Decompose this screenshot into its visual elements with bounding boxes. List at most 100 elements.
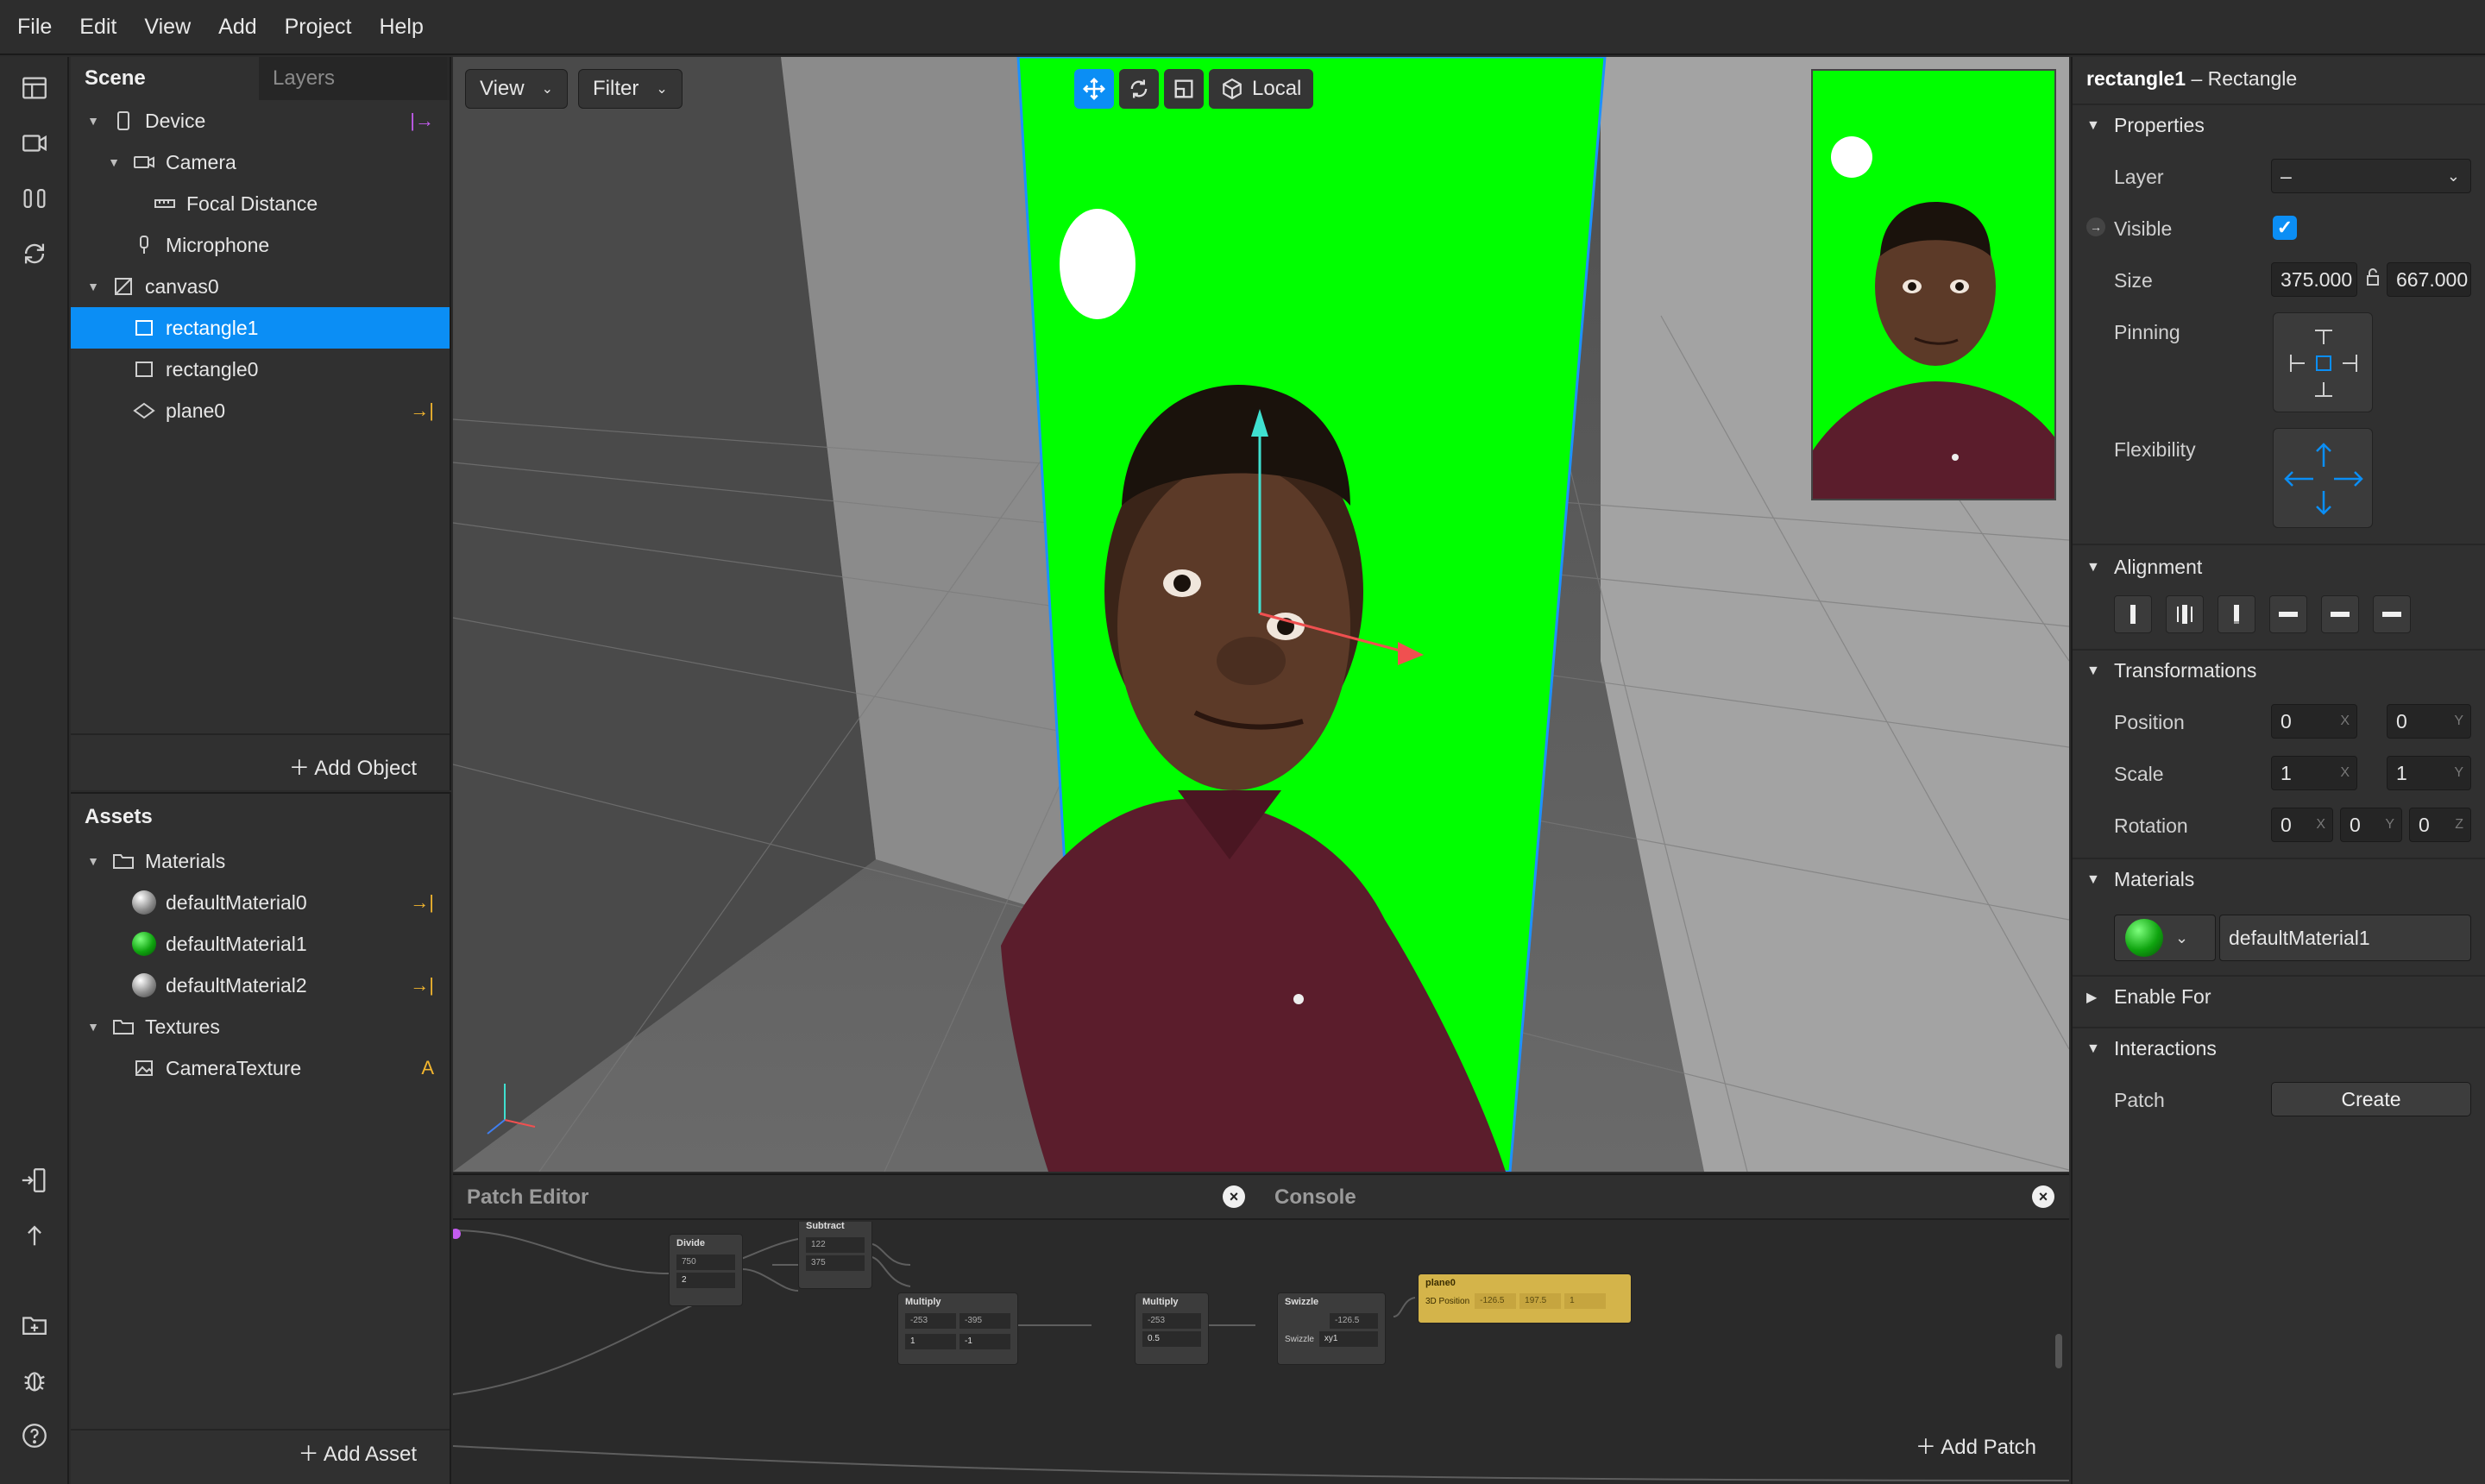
patch-editor-title[interactable]: Patch Editor bbox=[467, 1175, 588, 1220]
node-field[interactable]: 2 bbox=[676, 1273, 735, 1288]
tree-item-canvas0[interactable]: ▼ canvas0 bbox=[71, 266, 450, 307]
expand-caret-icon[interactable]: ▼ bbox=[85, 854, 102, 868]
material-picker[interactable]: ⌄ bbox=[2114, 915, 2216, 961]
tree-item-plane0[interactable]: plane0 →| bbox=[71, 390, 450, 431]
align-center-h-button[interactable] bbox=[2166, 595, 2204, 633]
add-patch-button[interactable]: ＋ Add Patch bbox=[1916, 1430, 2036, 1460]
material-name-field[interactable]: defaultMaterial1 bbox=[2219, 915, 2471, 961]
bug-icon[interactable] bbox=[17, 1363, 52, 1398]
section-materials[interactable]: ▼ Materials bbox=[2086, 868, 2194, 891]
add-asset-button[interactable]: ＋ Add Asset bbox=[299, 1437, 417, 1467]
size-width-field[interactable]: 375.000 bbox=[2271, 262, 2357, 297]
expand-caret-icon[interactable]: ▼ bbox=[85, 1020, 102, 1034]
menu-view[interactable]: View bbox=[144, 15, 191, 40]
local-space-button[interactable]: Local bbox=[1209, 69, 1314, 109]
help-icon[interactable] bbox=[17, 1418, 52, 1453]
video-icon[interactable] bbox=[17, 126, 52, 160]
view-dropdown[interactable]: View ⌄ bbox=[465, 69, 568, 109]
move-tool-button[interactable] bbox=[1074, 69, 1114, 109]
close-console-icon[interactable]: × bbox=[2032, 1185, 2054, 1208]
console-title[interactable]: Console bbox=[1274, 1175, 1356, 1220]
swizzle-node[interactable]: Swizzle -126.5 Swizzle xy1 bbox=[1277, 1292, 1386, 1365]
pinning-widget[interactable] bbox=[2273, 312, 2373, 412]
tree-item-rectangle0[interactable]: rectangle0 bbox=[71, 349, 450, 390]
position-x-field[interactable]: 0X bbox=[2271, 704, 2357, 739]
create-patch-button[interactable]: Create bbox=[2271, 1082, 2471, 1116]
position-y-field[interactable]: 0Y bbox=[2387, 704, 2471, 739]
node-field[interactable]: -253 bbox=[905, 1313, 956, 1329]
flexibility-widget[interactable] bbox=[2273, 428, 2373, 528]
tree-item-cameratexture[interactable]: CameraTexture A bbox=[71, 1047, 450, 1089]
refresh-icon[interactable] bbox=[17, 236, 52, 271]
align-right-button[interactable] bbox=[2218, 595, 2255, 633]
patch-link-arrow-icon[interactable]: → bbox=[2086, 217, 2105, 236]
tab-scene[interactable]: Scene bbox=[71, 57, 259, 100]
node-field[interactable]: 122 bbox=[806, 1237, 865, 1253]
divide-node[interactable]: Divide 750 2 bbox=[669, 1234, 743, 1306]
multiply-node-2[interactable]: Multiply -253 0.5 bbox=[1135, 1292, 1209, 1365]
tab-layers[interactable]: Layers bbox=[259, 57, 447, 100]
tree-item-focal-distance[interactable]: Focal Distance bbox=[71, 183, 450, 224]
lock-icon[interactable] bbox=[2366, 267, 2380, 291]
tree-item-microphone[interactable]: Microphone bbox=[71, 224, 450, 266]
section-enable-for[interactable]: ▶ Enable For bbox=[2086, 985, 2211, 1009]
menu-file[interactable]: File bbox=[17, 15, 52, 40]
node-field[interactable]: -126.5 bbox=[1475, 1293, 1517, 1309]
layout-icon[interactable] bbox=[17, 71, 52, 105]
section-alignment[interactable]: ▼ Alignment bbox=[2086, 556, 2202, 579]
size-height-field[interactable]: 667.000 bbox=[2387, 262, 2471, 297]
link-arrow-icon[interactable]: →| bbox=[410, 974, 434, 997]
align-top-button[interactable] bbox=[2269, 595, 2307, 633]
rotation-z-field[interactable]: 0Z bbox=[2409, 808, 2471, 842]
node-field[interactable]: xy1 bbox=[1318, 1331, 1378, 1347]
align-left-button[interactable] bbox=[2114, 595, 2152, 633]
rotation-x-field[interactable]: 0X bbox=[2271, 808, 2333, 842]
layer-select[interactable]: – ⌄ bbox=[2271, 159, 2471, 193]
section-properties[interactable]: ▼ Properties bbox=[2086, 114, 2205, 137]
menu-add[interactable]: Add bbox=[218, 15, 256, 40]
tree-item-device[interactable]: ▼ Device |→ bbox=[71, 100, 450, 141]
multiply-node-1[interactable]: Multiply -253 -395 1 -1 bbox=[897, 1292, 1018, 1365]
tree-item-defaultmaterial0[interactable]: defaultMaterial0 →| bbox=[71, 882, 450, 923]
device-link-icon[interactable]: |→ bbox=[410, 110, 434, 132]
send-to-device-icon[interactable] bbox=[17, 1163, 52, 1198]
tree-item-defaultmaterial1[interactable]: defaultMaterial1 bbox=[71, 923, 450, 965]
folder-import-icon[interactable] bbox=[17, 1308, 52, 1343]
rotation-y-field[interactable]: 0Y bbox=[2340, 808, 2402, 842]
expand-caret-icon[interactable]: ▼ bbox=[105, 155, 123, 169]
align-center-v-button[interactable] bbox=[2321, 595, 2359, 633]
filter-dropdown[interactable]: Filter ⌄ bbox=[578, 69, 683, 109]
upload-icon[interactable] bbox=[17, 1218, 52, 1253]
link-arrow-icon[interactable]: →| bbox=[410, 891, 434, 914]
node-field[interactable]: 0.5 bbox=[1142, 1331, 1201, 1347]
tree-item-camera[interactable]: ▼ Camera bbox=[71, 141, 450, 183]
section-transformations[interactable]: ▼ Transformations bbox=[2086, 659, 2256, 682]
menu-project[interactable]: Project bbox=[285, 15, 352, 40]
split-view-icon[interactable] bbox=[17, 181, 52, 216]
node-field[interactable]: 197.5 bbox=[1519, 1293, 1562, 1309]
node-field[interactable]: 375 bbox=[806, 1255, 865, 1271]
rotate-tool-button[interactable] bbox=[1119, 69, 1159, 109]
patch-scrollbar[interactable] bbox=[2055, 1334, 2062, 1368]
node-field[interactable]: -253 bbox=[1142, 1313, 1201, 1329]
scale-y-field[interactable]: 1Y bbox=[2387, 756, 2471, 790]
align-bottom-button[interactable] bbox=[2373, 595, 2411, 633]
viewport-3d[interactable]: View ⌄ Filter ⌄ Local bbox=[453, 57, 2069, 1172]
node-field[interactable]: 750 bbox=[676, 1254, 735, 1270]
node-field[interactable]: 1 bbox=[1564, 1293, 1607, 1309]
subtract-node[interactable]: Subtract 122 375 bbox=[798, 1222, 872, 1289]
node-field[interactable]: -395 bbox=[959, 1313, 1010, 1329]
tree-item-defaultmaterial2[interactable]: defaultMaterial2 →| bbox=[71, 965, 450, 1006]
expand-caret-icon[interactable]: ▼ bbox=[85, 114, 102, 128]
section-interactions[interactable]: ▼ Interactions bbox=[2086, 1037, 2217, 1060]
visible-checkbox[interactable]: ✓ bbox=[2273, 216, 2297, 240]
close-patch-editor-icon[interactable]: × bbox=[1223, 1185, 1245, 1208]
expand-caret-icon[interactable]: ▼ bbox=[85, 280, 102, 293]
node-field[interactable]: 1 bbox=[905, 1334, 956, 1349]
patch-graph-area[interactable]: Divide 750 2 Subtract 122 375 Multiply -… bbox=[453, 1222, 2069, 1484]
node-field[interactable]: -1 bbox=[959, 1334, 1010, 1349]
tree-item-textures[interactable]: ▼ Textures bbox=[71, 1006, 450, 1047]
node-field[interactable]: -126.5 bbox=[1330, 1313, 1378, 1329]
menu-help[interactable]: Help bbox=[379, 15, 423, 40]
menu-edit[interactable]: Edit bbox=[79, 15, 116, 40]
